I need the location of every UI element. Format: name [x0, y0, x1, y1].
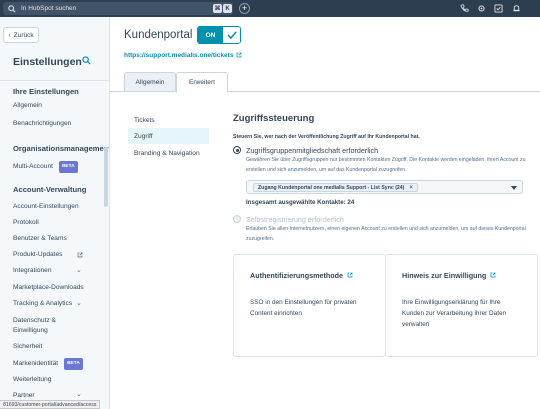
browser-status-url: 81693/customer-portal/advanced/access — [0, 400, 101, 409]
search-icon — [8, 4, 16, 13]
phone-icon[interactable] — [460, 4, 469, 13]
global-top-bar: In HubSpot suchen ⌘ K + — [0, 0, 540, 17]
sidebar-item-multi-account[interactable]: Multi-Account BETA — [13, 161, 78, 173]
chevron-down-icon[interactable]: ⌄ — [76, 266, 82, 274]
subnav-tickets[interactable]: Tickets — [134, 117, 155, 124]
chevron-down-icon[interactable]: ⌄ — [76, 390, 82, 398]
create-new-button[interactable]: + — [239, 3, 250, 14]
sidebar-item-security[interactable]: Sicherheit — [13, 342, 42, 352]
external-link-icon — [237, 52, 242, 58]
sidebar-item-brand[interactable]: Markenidentität BETA — [13, 358, 83, 370]
chevron-down-icon[interactable] — [511, 186, 517, 190]
sidebar-item-privacy[interactable]: Datenschutz & — [13, 316, 56, 326]
chevron-down-icon[interactable]: ⌄ — [76, 299, 82, 307]
card-title-link[interactable]: Hinweis zur Einwilligung — [402, 271, 496, 280]
search-placeholder: In HubSpot suchen — [21, 5, 77, 12]
section-heading-access: Zugriffssteuerung — [233, 113, 315, 124]
total-selected-contacts: Insgesamt ausgewählte Kontakte: 24 — [246, 199, 355, 206]
section-heading-account: Account-Verwaltung — [13, 185, 87, 194]
portal-status-toggle[interactable]: ON — [197, 26, 241, 44]
sidebar-scrollbar[interactable] — [104, 147, 108, 207]
shortcut-k-key: K — [223, 4, 232, 13]
selected-list-tag: Zugang Kundenportal one medialis Support… — [253, 183, 418, 192]
card-title-link[interactable]: Authentifizierungsmethode — [250, 271, 353, 280]
portal-url-text: https://support.medialis.one/tickets — [124, 52, 234, 59]
notifications-icon[interactable] — [494, 4, 503, 13]
radio-access-group[interactable] — [233, 146, 241, 154]
sidebar-item-tracking[interactable]: Tracking & Analytics — [13, 299, 72, 309]
shortcut-cmd-key: ⌘ — [213, 4, 222, 13]
tag-label: Zugang Kundenportal one medialis Support… — [258, 184, 405, 191]
portal-url-link[interactable]: https://support.medialis.one/tickets — [124, 52, 242, 59]
option-access-group-label: Zugriffsgruppenmitgliedschaft erforderli… — [246, 146, 379, 155]
option-self-registration-label: Selbstregistrierung erforderlich — [246, 215, 344, 224]
card-body: Ihre Einwilligungserklärung für Ihre Kun… — [402, 299, 507, 328]
card-body: SSO in den Einstellungen für privaten Co… — [250, 299, 357, 317]
settings-sidebar: ‹ Zurück Einstellungen Ihre Einstellunge… — [0, 17, 110, 409]
card-authentication: Authentifizierungsmethode SSO in den Ein… — [233, 254, 386, 357]
toggle-on-label: ON — [198, 27, 223, 43]
sidebar-item-notifications[interactable]: Benachrichtigungen — [13, 119, 71, 129]
global-search-input[interactable]: In HubSpot suchen ⌘ K — [3, 2, 233, 15]
back-button[interactable]: ‹ Zurück — [3, 27, 39, 43]
card-consent: Hinweis zur Einwilligung Ihre Einwilligu… — [385, 254, 538, 357]
sidebar-item-audit-log[interactable]: Protokoll — [13, 218, 39, 228]
sidebar-item-account-settings[interactable]: Account-Einstellungen — [13, 202, 79, 212]
close-icon[interactable]: × — [409, 185, 413, 191]
bell-icon[interactable] — [512, 4, 521, 13]
external-link-icon — [347, 272, 353, 278]
access-group-select[interactable]: Zugang Kundenportal one medialis Support… — [246, 180, 523, 194]
beta-badge: BETA — [64, 358, 83, 370]
tab-advanced[interactable]: Erweitert — [176, 72, 228, 93]
search-icon[interactable] — [82, 56, 91, 65]
card-title-text: Hinweis zur Einwilligung — [402, 271, 487, 280]
sidebar-item-forwarding[interactable]: Weiterleitung — [13, 375, 51, 385]
chevron-left-icon: ‹ — [8, 31, 11, 39]
sidebar-item-marketplace[interactable]: Marketplace-Downloads — [13, 283, 84, 293]
card-title-text: Authentifizierungsmethode — [250, 271, 344, 280]
tab-general[interactable]: Allgemein — [124, 72, 176, 92]
check-icon — [223, 27, 240, 43]
settings-icon[interactable] — [477, 4, 486, 13]
sidebar-item-integrations[interactable]: Integrationen — [13, 266, 52, 276]
sidebar-item-label: Markenidentität — [13, 360, 59, 367]
sidebar-title: Einstellungen — [13, 56, 82, 68]
sidebar-item-label: Multi-Account — [13, 163, 53, 170]
beta-badge: BETA — [58, 161, 78, 173]
external-link-icon — [490, 272, 496, 278]
sidebar-item-product-updates[interactable]: Produkt-Updates — [13, 250, 62, 260]
access-description: Steuern Sie, wer nach der Veröffentlichu… — [233, 134, 420, 140]
subnav-branding[interactable]: Branding & Navigation — [134, 150, 200, 157]
page-title: Kundenportal — [124, 29, 193, 41]
sidebar-item-users-teams[interactable]: Benutzer & Teams — [13, 234, 67, 244]
sidebar-item-general[interactable]: Allgemein — [13, 101, 42, 111]
back-button-label: Zurück — [13, 31, 34, 39]
external-link-icon — [77, 252, 83, 258]
section-heading-your-settings: Ihre Einstellungen — [13, 87, 79, 96]
subnav-access[interactable]: Zugriff — [128, 128, 209, 144]
sidebar-item-privacy-line2[interactable]: Einwilligung — [13, 326, 48, 336]
radio-self-registration[interactable] — [233, 215, 241, 223]
option-self-registration-description: Erlauben Sie allen Internetnutzern, eine… — [246, 226, 526, 242]
option-access-group-description: Gewähren Sie über Zugriffsgruppen nur be… — [246, 157, 526, 173]
sidebar-divider — [0, 80, 109, 81]
section-heading-organization: Organisationsmanagement — [13, 144, 110, 153]
